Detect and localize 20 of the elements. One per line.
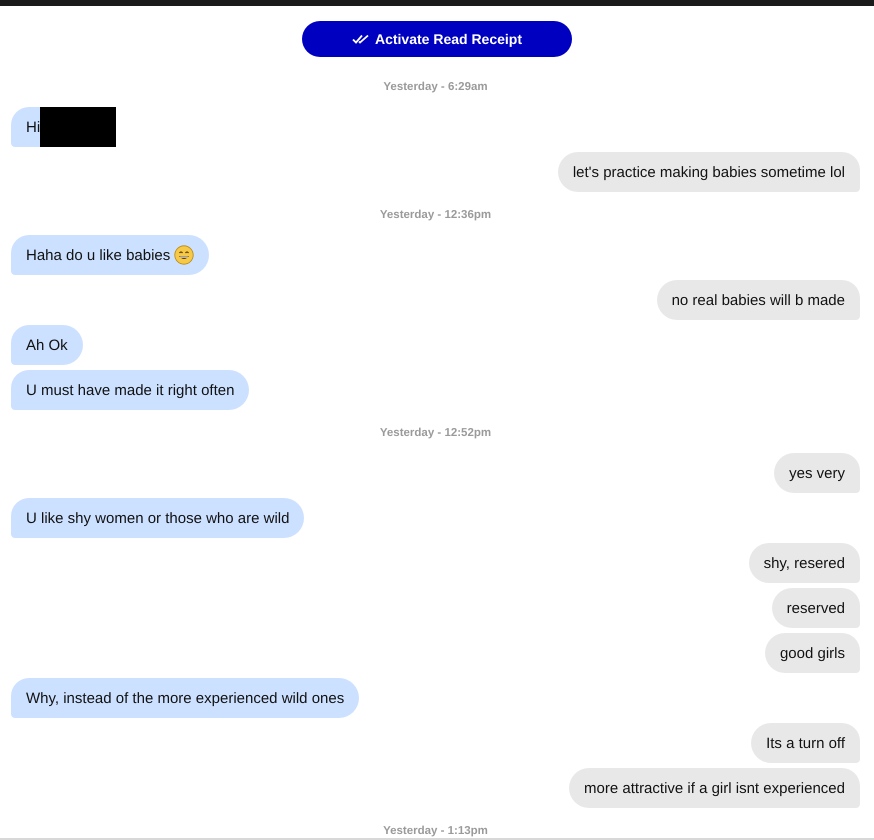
message-text: Why, instead of the more experienced wild ones [26,690,344,706]
timestamp: Yesterday - 1:13pm [383,825,488,838]
message-text: Ah Ok [26,336,68,354]
message-text: let's practice making babies sometime lol [572,164,845,180]
activate-read-receipt-button[interactable]: Activate Read Receipt [302,21,572,57]
message-text: more attractive if a girl isnt experienced [584,780,845,796]
message-text: U must have made it right often [26,382,234,398]
message-text: reserved [786,600,845,616]
message-text: no real babies will b made [672,292,845,308]
message-text: Haha do u like babies [26,246,170,264]
timestamp: Yesterday - 6:29am [383,81,488,94]
message-text: good girls [780,644,845,662]
message-text: U like shy women or those who are wild [26,510,290,526]
message-text: yes very [789,464,845,482]
message-text: shy, resered [764,554,845,572]
timestamp: Yesterday - 12:52pm [380,427,492,440]
message-text: Hi [26,118,40,136]
double-check-icon [352,34,370,44]
timestamp: Yesterday - 12:36pm [380,209,492,222]
message-text: Its a turn off [766,734,845,752]
